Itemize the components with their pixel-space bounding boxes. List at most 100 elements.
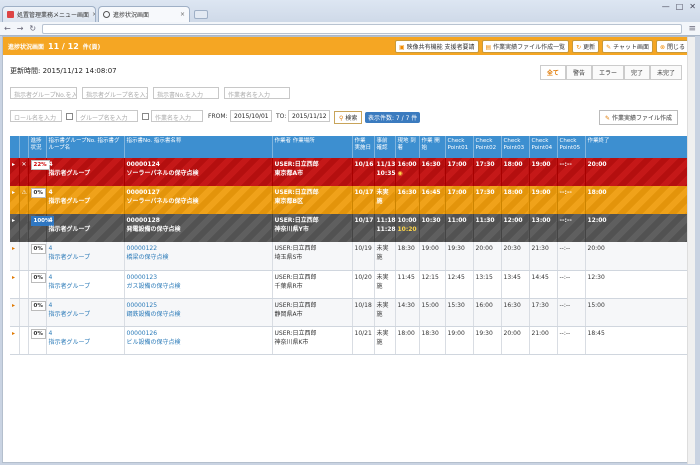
task-name-input[interactable]: 作業名を入力 xyxy=(151,110,203,122)
expand-cell[interactable]: ▸ xyxy=(10,298,20,327)
pre-check-value: 未実施 xyxy=(376,245,389,261)
new-tab-button[interactable] xyxy=(194,10,208,19)
to-date-input[interactable]: 2015/11/12 xyxy=(288,110,330,122)
expand-cell[interactable]: ▸ xyxy=(10,326,20,355)
worker-name-input[interactable]: 作業者名を入力 xyxy=(224,87,290,99)
tab-progress[interactable]: 進捗状況画面 × xyxy=(98,6,190,22)
table-row[interactable]: ▸ ⚠ 0% 4 指示者グループ 00000127 ソーラーパネルの保守点検 USER:日立西… xyxy=(10,186,691,214)
instruction-name[interactable]: 橋梁の保守点検 xyxy=(127,253,270,262)
back-icon[interactable]: ← xyxy=(4,24,11,33)
instruction-name[interactable]: 発電設備の保守点検 xyxy=(127,225,270,234)
close-tab-icon[interactable]: × xyxy=(92,11,95,18)
chat-button[interactable]: ✎ チャット画面 xyxy=(602,39,654,53)
instruction-cell[interactable]: 00000128 発電設備の保守点検 xyxy=(124,214,273,242)
group-no-input[interactable]: 指示者グループNo.を入力 xyxy=(10,87,77,99)
instruction-cell[interactable]: 00000122 橋梁の保守点検 xyxy=(124,242,273,271)
start-cell: 19:00 xyxy=(419,242,446,271)
close-button[interactable]: ⊗ 閉じる xyxy=(656,39,689,53)
work-place: 神奈川県K市 xyxy=(274,338,309,346)
expand-cell[interactable]: ▸ xyxy=(10,270,20,299)
table-row[interactable]: ▸ 0% 4 指示者グループ 00000122 橋梁の保守点検 USER:日立西郎 埼玉県S市… xyxy=(10,242,691,271)
alert-cell: ⚠ xyxy=(19,186,29,214)
table-row[interactable]: ▸ ✕ 22% 4 指示者グループ 00000124 ソーラーパネルの保守点検 USER:日立… xyxy=(10,158,691,186)
instruction-no[interactable]: 00000124 xyxy=(127,160,270,169)
instruction-name[interactable]: ビル設備の保守点検 xyxy=(127,338,270,347)
table-row[interactable]: ▸ 100% 4 指示者グループ 00000128 発電設備の保守点検 USER:日立西郎神… xyxy=(10,214,691,242)
instruction-no[interactable]: 00000122 xyxy=(127,244,270,253)
task-checkbox[interactable] xyxy=(142,113,149,120)
table-row[interactable]: ▸ 0% 4 指示者グループ 00000126 ビル設備の保守点検 USER:日立西郎 神奈川… xyxy=(10,326,691,355)
scrollbar[interactable] xyxy=(687,37,695,464)
filter-incomplete[interactable]: 未完了 xyxy=(649,65,682,80)
worker-cell: USER:日立西郎 静岡県A市 xyxy=(272,298,353,327)
role-name-input[interactable]: ロール名を入力 xyxy=(10,110,62,122)
instruction-no[interactable]: 00000125 xyxy=(127,301,270,310)
expand-arrow-icon[interactable]: ▸ xyxy=(12,189,15,196)
instruction-name[interactable]: ガス設備の保守点検 xyxy=(127,282,270,291)
url-input[interactable] xyxy=(42,23,683,34)
check4-cell: 21:30 xyxy=(529,242,558,271)
browser-menu-icon[interactable]: ≡ xyxy=(688,24,696,34)
expand-cell[interactable]: ▸ xyxy=(10,158,20,186)
pre-check-cell: 未実施 xyxy=(374,242,396,271)
report-list-button[interactable]: ▤ 作業実績ファイル作成一覧 xyxy=(481,39,570,53)
expand-cell[interactable]: ▸ xyxy=(10,242,20,271)
expand-arrow-icon[interactable]: ▸ xyxy=(12,330,15,337)
instruction-name[interactable]: ソーラーパネルの保守点検 xyxy=(127,197,270,206)
close-tab-icon[interactable]: × xyxy=(180,11,185,18)
instruction-name[interactable]: ソーラーパネルの保守点検 xyxy=(127,169,270,178)
table-row[interactable]: ▸ 0% 4 指示者グループ 00000123 ガス設備の保守点検 USER:日立西郎 千葉県… xyxy=(10,270,691,299)
instruction-no[interactable]: 00000123 xyxy=(127,273,270,282)
group-name: 指示者グループ xyxy=(48,254,91,261)
search-button[interactable]: ⚲ 検索 xyxy=(334,111,363,124)
video-share-button[interactable]: ▣ 映像共有機能 支援者要請 xyxy=(395,39,479,53)
refresh-button[interactable]: ↻ 更新 xyxy=(572,39,600,53)
forward-icon[interactable]: → xyxy=(17,24,24,33)
instruction-cell[interactable]: 00000124 ソーラーパネルの保守点検 xyxy=(124,158,273,186)
instruction-name[interactable]: 鋼鉄設備の保守点検 xyxy=(127,310,270,319)
filter-complete[interactable]: 完了 xyxy=(623,65,650,80)
date-cell: 10/19 xyxy=(352,242,375,271)
tab-menu[interactable]: 処置管理業務メニュー画面 × xyxy=(2,6,96,22)
expand-arrow-icon[interactable]: ▸ xyxy=(12,217,15,224)
minimize-button[interactable]: — xyxy=(662,2,670,11)
filter-error[interactable]: エラー xyxy=(591,65,624,80)
button-label: 更新 xyxy=(583,43,596,51)
from-date-input[interactable]: 2015/10/01 xyxy=(230,110,272,122)
work-place: 神奈川県Y市 xyxy=(274,226,309,233)
expand-cell[interactable]: ▸ xyxy=(10,186,20,214)
update-time-label: 更新時間: xyxy=(10,67,41,75)
create-report-button[interactable]: ✎ 作業実績ファイル作成 xyxy=(599,110,678,125)
maximize-button[interactable]: □ xyxy=(676,2,684,11)
close-window-button[interactable]: ✕ xyxy=(689,2,696,11)
instruction-no[interactable]: 00000126 xyxy=(127,329,270,338)
expand-arrow-icon[interactable]: ▸ xyxy=(12,302,15,309)
instruction-cell[interactable]: 00000126 ビル設備の保守点検 xyxy=(124,326,273,355)
start-cell: 10:30 xyxy=(419,214,446,242)
expand-arrow-icon[interactable]: ▸ xyxy=(12,274,15,281)
expand-arrow-icon[interactable]: ▸ xyxy=(12,161,15,168)
instruction-no[interactable]: 00000127 xyxy=(127,188,270,197)
role-checkbox[interactable] xyxy=(66,113,73,120)
group-cell: 4 指示者グループ xyxy=(46,298,125,327)
progress-cell: 0% xyxy=(28,326,47,355)
group-cell: 4 指示者グループ xyxy=(46,158,125,186)
table-row[interactable]: ▸ 0% 4 指示者グループ 00000125 鋼鉄設備の保守点検 USER:日立西郎 静岡県… xyxy=(10,298,691,327)
expand-arrow-icon[interactable]: ▸ xyxy=(12,245,15,252)
instruction-cell[interactable]: 00000127 ソーラーパネルの保守点検 xyxy=(124,186,273,214)
instruction-cell[interactable]: 00000123 ガス設備の保守点検 xyxy=(124,270,273,299)
expand-cell[interactable]: ▸ xyxy=(10,214,20,242)
result-count-badge: 表示件数: 7 / 7 件 xyxy=(365,112,421,123)
col-end: 作業終了 xyxy=(585,136,691,158)
reload-icon[interactable]: ↻ xyxy=(29,24,36,33)
group-name-input-2[interactable]: グループ名を入力 xyxy=(76,110,138,122)
check4-cell: 19:00 xyxy=(529,186,558,214)
instruction-cell[interactable]: 00000125 鋼鉄設備の保守点検 xyxy=(124,298,273,327)
instruction-no[interactable]: 00000128 xyxy=(127,216,270,225)
check5-cell: --:-- xyxy=(557,158,586,186)
group-no: 4 xyxy=(48,161,53,168)
filter-all[interactable]: 全て xyxy=(539,65,566,80)
instruction-no-input[interactable]: 指示書No.を入力 xyxy=(153,87,219,99)
group-name-input[interactable]: 指示者グループ名を入力 xyxy=(82,87,148,99)
filter-warning[interactable]: 警告 xyxy=(565,65,592,80)
